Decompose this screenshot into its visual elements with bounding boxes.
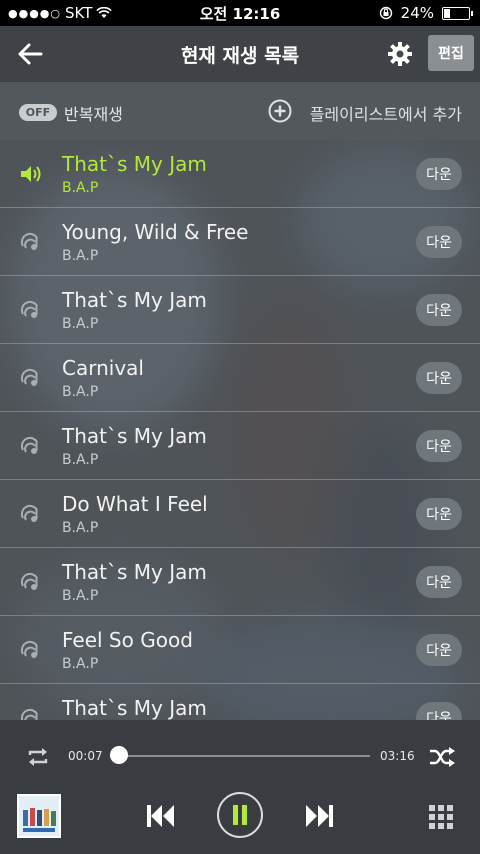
add-circle-icon[interactable] <box>268 99 292 123</box>
track-title: That`s My Jam <box>62 288 207 312</box>
music-note-icon <box>20 300 38 318</box>
mini-player: 00:07 03:16 <box>0 720 480 854</box>
music-note-icon <box>20 572 38 590</box>
speaker-playing-icon <box>21 166 41 182</box>
track-artist: B.A.P <box>62 452 99 468</box>
prev-track-icon[interactable] <box>146 804 176 828</box>
playlist-row[interactable]: Feel So Good B.A.P 다운 <box>0 616 480 684</box>
track-artist: B.A.P <box>62 656 99 672</box>
playlist-row[interactable]: That`s My Jam B.A.P 다운 <box>0 276 480 344</box>
gear-icon[interactable] <box>386 40 414 68</box>
music-note-icon <box>20 504 38 522</box>
download-button[interactable]: 다운 <box>416 702 462 720</box>
music-note-icon <box>20 436 38 454</box>
track-title: That`s My Jam <box>62 424 207 448</box>
download-button[interactable]: 다운 <box>416 294 462 326</box>
playlist-row[interactable]: Do What I Feel B.A.P 다운 <box>0 480 480 548</box>
status-bar: ●●●●○ SKT 오전 12:16 24% <box>0 0 480 26</box>
playlist-row[interactable]: That`s My Jam B.A.P 다운 <box>0 412 480 480</box>
playlist-row[interactable]: That`s My JamB.A.P다운 <box>0 684 480 720</box>
track-artist: B.A.P <box>62 588 99 604</box>
grid-menu-icon[interactable] <box>428 804 454 830</box>
music-note-icon <box>20 232 38 250</box>
download-button[interactable]: 다운 <box>416 634 462 666</box>
battery-icon <box>442 6 473 20</box>
track-title: Carnival <box>62 356 144 380</box>
repeat-icon[interactable] <box>24 746 52 768</box>
download-button[interactable]: 다운 <box>416 158 462 190</box>
playlist-row[interactable]: Young, Wild & Free B.A.P 다운 <box>0 208 480 276</box>
pause-button[interactable] <box>217 792 263 838</box>
track-artist: B.A.P <box>62 180 99 196</box>
playlist: That`s My Jam B.A.P 다운 Young, Wild & Free B.… <box>0 140 480 720</box>
add-from-playlist-button[interactable]: 플레이리스트에서 추가 <box>310 101 462 125</box>
progress-bar[interactable] <box>110 755 370 757</box>
download-button[interactable]: 다운 <box>416 226 462 258</box>
album-art[interactable] <box>17 794 61 838</box>
download-button[interactable]: 다운 <box>416 566 462 598</box>
track-title: Feel So Good <box>62 628 193 652</box>
track-artist: B.A.P <box>62 384 99 400</box>
total-time: 03:16 <box>380 749 415 763</box>
repeat-label[interactable]: 반복재생 <box>64 101 123 125</box>
playlist-row[interactable]: That`s My Jam B.A.P 다운 <box>0 140 480 208</box>
track-artist: B.A.P <box>62 248 99 264</box>
current-time: 00:07 <box>68 749 103 763</box>
download-button[interactable]: 다운 <box>416 498 462 530</box>
track-title: That`s My Jam <box>62 560 207 584</box>
download-button[interactable]: 다운 <box>416 362 462 394</box>
rotation-lock-icon <box>379 6 392 20</box>
track-title: Young, Wild & Free <box>62 220 249 244</box>
progress-thumb[interactable] <box>110 746 129 764</box>
music-note-icon <box>20 640 38 658</box>
track-title: That`s My Jam <box>62 696 207 720</box>
music-note-icon <box>20 708 38 720</box>
track-artist: B.A.P <box>62 316 99 332</box>
download-button[interactable]: 다운 <box>416 430 462 462</box>
shuffle-icon[interactable] <box>428 746 456 768</box>
header: 현재 재생 목록 편집 <box>0 26 480 82</box>
pause-icon <box>233 805 247 825</box>
edit-button[interactable]: 편집 <box>428 35 474 71</box>
music-note-icon <box>20 368 38 386</box>
repeat-toggle[interactable]: OFF <box>19 104 57 121</box>
track-artist: B.A.P <box>62 520 99 536</box>
playlist-row[interactable]: Carnival B.A.P 다운 <box>0 344 480 412</box>
playlist-row[interactable]: That`s My Jam B.A.P 다운 <box>0 548 480 616</box>
next-track-icon[interactable] <box>304 804 334 828</box>
battery-percent: 24% <box>400 4 434 22</box>
playlist-toolbar: OFF 반복재생 플레이리스트에서 추가 <box>0 82 480 140</box>
track-title: That`s My Jam <box>62 152 207 176</box>
track-title: Do What I Feel <box>62 492 208 516</box>
